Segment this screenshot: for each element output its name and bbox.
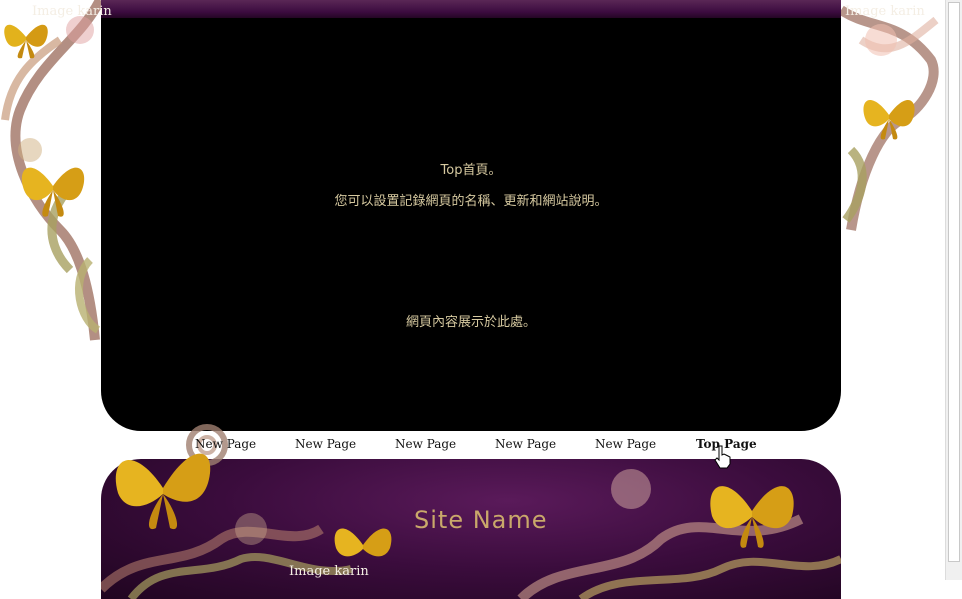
nav-link-new-page-3[interactable]: New Page [395,437,456,451]
butterfly-icon [863,100,915,140]
nav-link-new-page-4[interactable]: New Page [495,437,556,451]
butterfly-icon [710,486,794,548]
butterfly-icon [115,453,211,530]
image-credit-bottom: Image karin [289,564,369,579]
hand-pointer-icon [714,445,731,469]
nav-link-new-page-5[interactable]: New Page [595,437,656,451]
vertical-scrollbar[interactable] [945,0,962,580]
image-credit-top-left: Image karin [32,4,112,19]
nav-link-new-page-1[interactable]: New Page [195,437,256,451]
scrollbar-thumb[interactable] [948,2,960,562]
page-heading: Top首頁。 [440,163,502,178]
butterfly-icon [4,24,48,59]
site-name: Site Name [414,506,548,534]
site-description: 您可以設置記錄網頁的名稱、更新和網站說明。 [334,194,608,209]
image-credit-top-right: Image karin [845,4,925,19]
content-panel: Top首頁。 您可以設置記錄網頁的名稱、更新和網站說明。 網頁內容展示於此處。 [101,18,841,431]
page-body-text: 網頁內容展示於此處。 [405,315,536,330]
nav-link-new-page-2[interactable]: New Page [295,437,356,451]
butterfly-icon [21,167,85,217]
